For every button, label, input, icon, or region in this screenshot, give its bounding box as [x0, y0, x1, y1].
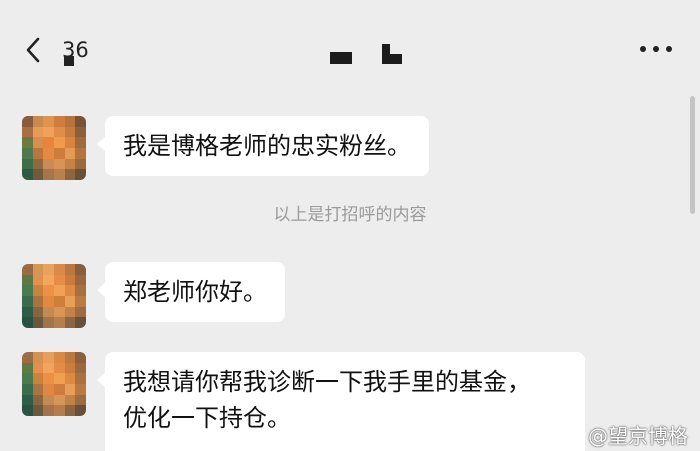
- scrollbar[interactable]: [690, 96, 695, 214]
- system-notice: 以上是打招呼的内容: [273, 205, 427, 225]
- message-bubble[interactable]: 我是博格老师的忠实粉丝。: [97, 116, 429, 176]
- watermark: @望京博格: [588, 424, 688, 448]
- message-text: 我是博格老师的忠实粉丝。: [123, 132, 411, 160]
- avatar[interactable]: [22, 352, 86, 416]
- chat-header: 36: [0, 0, 700, 90]
- message-text-line: 优化一下持仓。: [123, 404, 291, 432]
- avatar[interactable]: [22, 116, 86, 180]
- redaction-block: [330, 52, 352, 64]
- message-text-line: 我想请你帮我诊断一下我手里的基金，: [123, 368, 531, 396]
- message-bubble[interactable]: 郑老师你好。: [97, 262, 285, 322]
- message-text: 郑老师你好。: [123, 278, 267, 306]
- redaction-block: [382, 54, 402, 64]
- back-button[interactable]: [22, 36, 52, 66]
- message-bubble[interactable]: 我想请你帮我诊断一下我手里的基金， 优化一下持仓。: [97, 352, 585, 451]
- chevron-left-icon: [26, 37, 40, 63]
- unread-count-mask: [64, 56, 74, 66]
- more-options-button[interactable]: [638, 44, 674, 56]
- avatar[interactable]: [22, 264, 86, 328]
- chat-title-redacted: [320, 42, 410, 66]
